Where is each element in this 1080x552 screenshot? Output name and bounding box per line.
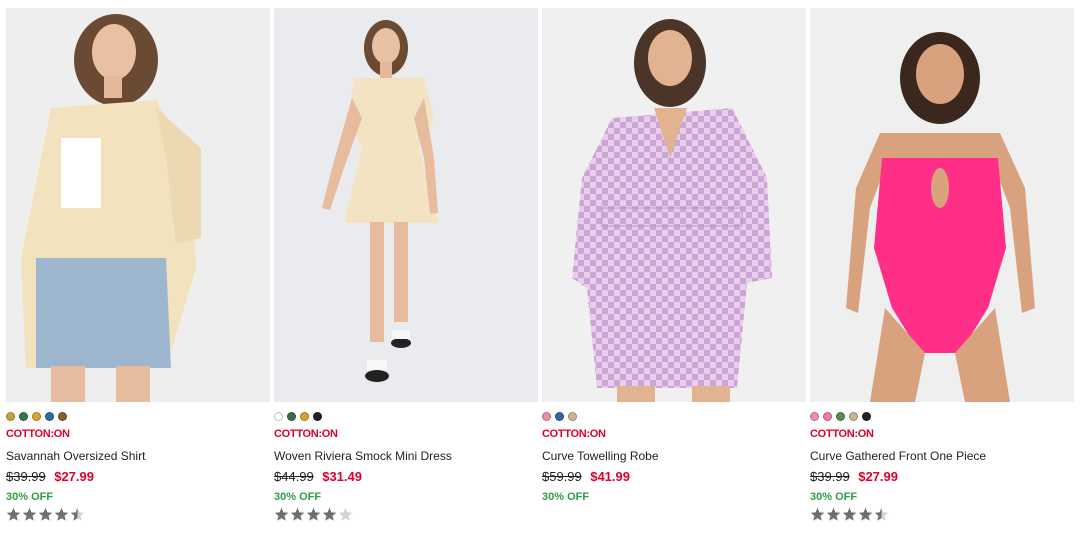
star-icon — [826, 507, 841, 521]
star-icon — [54, 507, 69, 521]
was-price: $39.99 — [6, 469, 46, 484]
sale-price: $27.99 — [858, 469, 898, 484]
discount-label: 30% OFF — [810, 491, 858, 503]
rating-stars — [810, 507, 1074, 525]
product-name[interactable]: Woven Riviera Smock Mini Dress — [274, 449, 538, 464]
brand-label: COTTON:ON — [542, 428, 606, 440]
star-icon — [842, 507, 857, 521]
star-icon — [858, 507, 873, 521]
price-row: $59.99 $41.99 — [542, 469, 806, 485]
product-card[interactable]: COTTON:ON Curve Towelling Robe $59.99 $4… — [542, 8, 806, 548]
brand-label: COTTON:ON — [274, 428, 338, 440]
product-image[interactable] — [542, 8, 806, 402]
color-swatches — [6, 412, 270, 421]
product-card[interactable]: COTTON:ON Savannah Oversized Shirt $39.9… — [6, 8, 270, 548]
color-swatch[interactable] — [58, 412, 67, 421]
rating-stars — [274, 507, 538, 525]
color-swatch[interactable] — [287, 412, 296, 421]
color-swatch[interactable] — [19, 412, 28, 421]
product-photo — [6, 8, 270, 402]
product-photo — [542, 8, 806, 402]
product-photo — [274, 8, 538, 402]
color-swatches — [810, 412, 1074, 421]
discount-label: 30% OFF — [542, 491, 590, 503]
star-icon — [38, 507, 53, 521]
was-price: $44.99 — [274, 469, 314, 484]
discount-label: 30% OFF — [6, 491, 54, 503]
product-grid: COTTON:ON Savannah Oversized Shirt $39.9… — [0, 0, 1080, 552]
color-swatch[interactable] — [542, 412, 551, 421]
color-swatch[interactable] — [313, 412, 322, 421]
color-swatch[interactable] — [849, 412, 858, 421]
product-card[interactable]: COTTON:ON Curve Gathered Front One Piece… — [810, 8, 1074, 548]
star-icon — [874, 507, 889, 521]
product-name[interactable]: Curve Towelling Robe — [542, 449, 806, 464]
brand-label: COTTON:ON — [6, 428, 70, 440]
color-swatch[interactable] — [300, 412, 309, 421]
color-swatch[interactable] — [823, 412, 832, 421]
product-photo — [810, 8, 1074, 402]
color-swatch[interactable] — [836, 412, 845, 421]
sale-price: $31.49 — [322, 469, 362, 484]
color-swatch[interactable] — [862, 412, 871, 421]
product-card[interactable]: COTTON:ON Woven Riviera Smock Mini Dress… — [274, 8, 538, 548]
color-swatch[interactable] — [274, 412, 283, 421]
price-row: $44.99 $31.49 — [274, 469, 538, 485]
rating-stars — [542, 507, 806, 525]
rating-stars — [6, 507, 270, 525]
color-swatch[interactable] — [45, 412, 54, 421]
star-icon — [810, 507, 825, 521]
product-image[interactable] — [274, 8, 538, 402]
star-icon — [70, 507, 85, 521]
price-row: $39.99 $27.99 — [810, 469, 1074, 485]
product-image[interactable] — [6, 8, 270, 402]
color-swatch[interactable] — [568, 412, 577, 421]
star-icon — [338, 507, 353, 521]
color-swatch[interactable] — [32, 412, 41, 421]
star-icon — [22, 507, 37, 521]
star-icon — [6, 507, 21, 521]
star-icon — [274, 507, 289, 521]
product-name[interactable]: Curve Gathered Front One Piece — [810, 449, 1074, 464]
price-row: $39.99 $27.99 — [6, 469, 270, 485]
was-price: $59.99 — [542, 469, 582, 484]
color-swatch[interactable] — [6, 412, 15, 421]
star-icon — [322, 507, 337, 521]
color-swatch[interactable] — [810, 412, 819, 421]
brand-label: COTTON:ON — [810, 428, 874, 440]
sale-price: $41.99 — [590, 469, 630, 484]
color-swatches — [542, 412, 806, 421]
color-swatches — [274, 412, 538, 421]
was-price: $39.99 — [810, 469, 850, 484]
color-swatch[interactable] — [555, 412, 564, 421]
product-image[interactable] — [810, 8, 1074, 402]
star-icon — [290, 507, 305, 521]
product-name[interactable]: Savannah Oversized Shirt — [6, 449, 270, 464]
sale-price: $27.99 — [54, 469, 94, 484]
discount-label: 30% OFF — [274, 491, 322, 503]
star-icon — [306, 507, 321, 521]
